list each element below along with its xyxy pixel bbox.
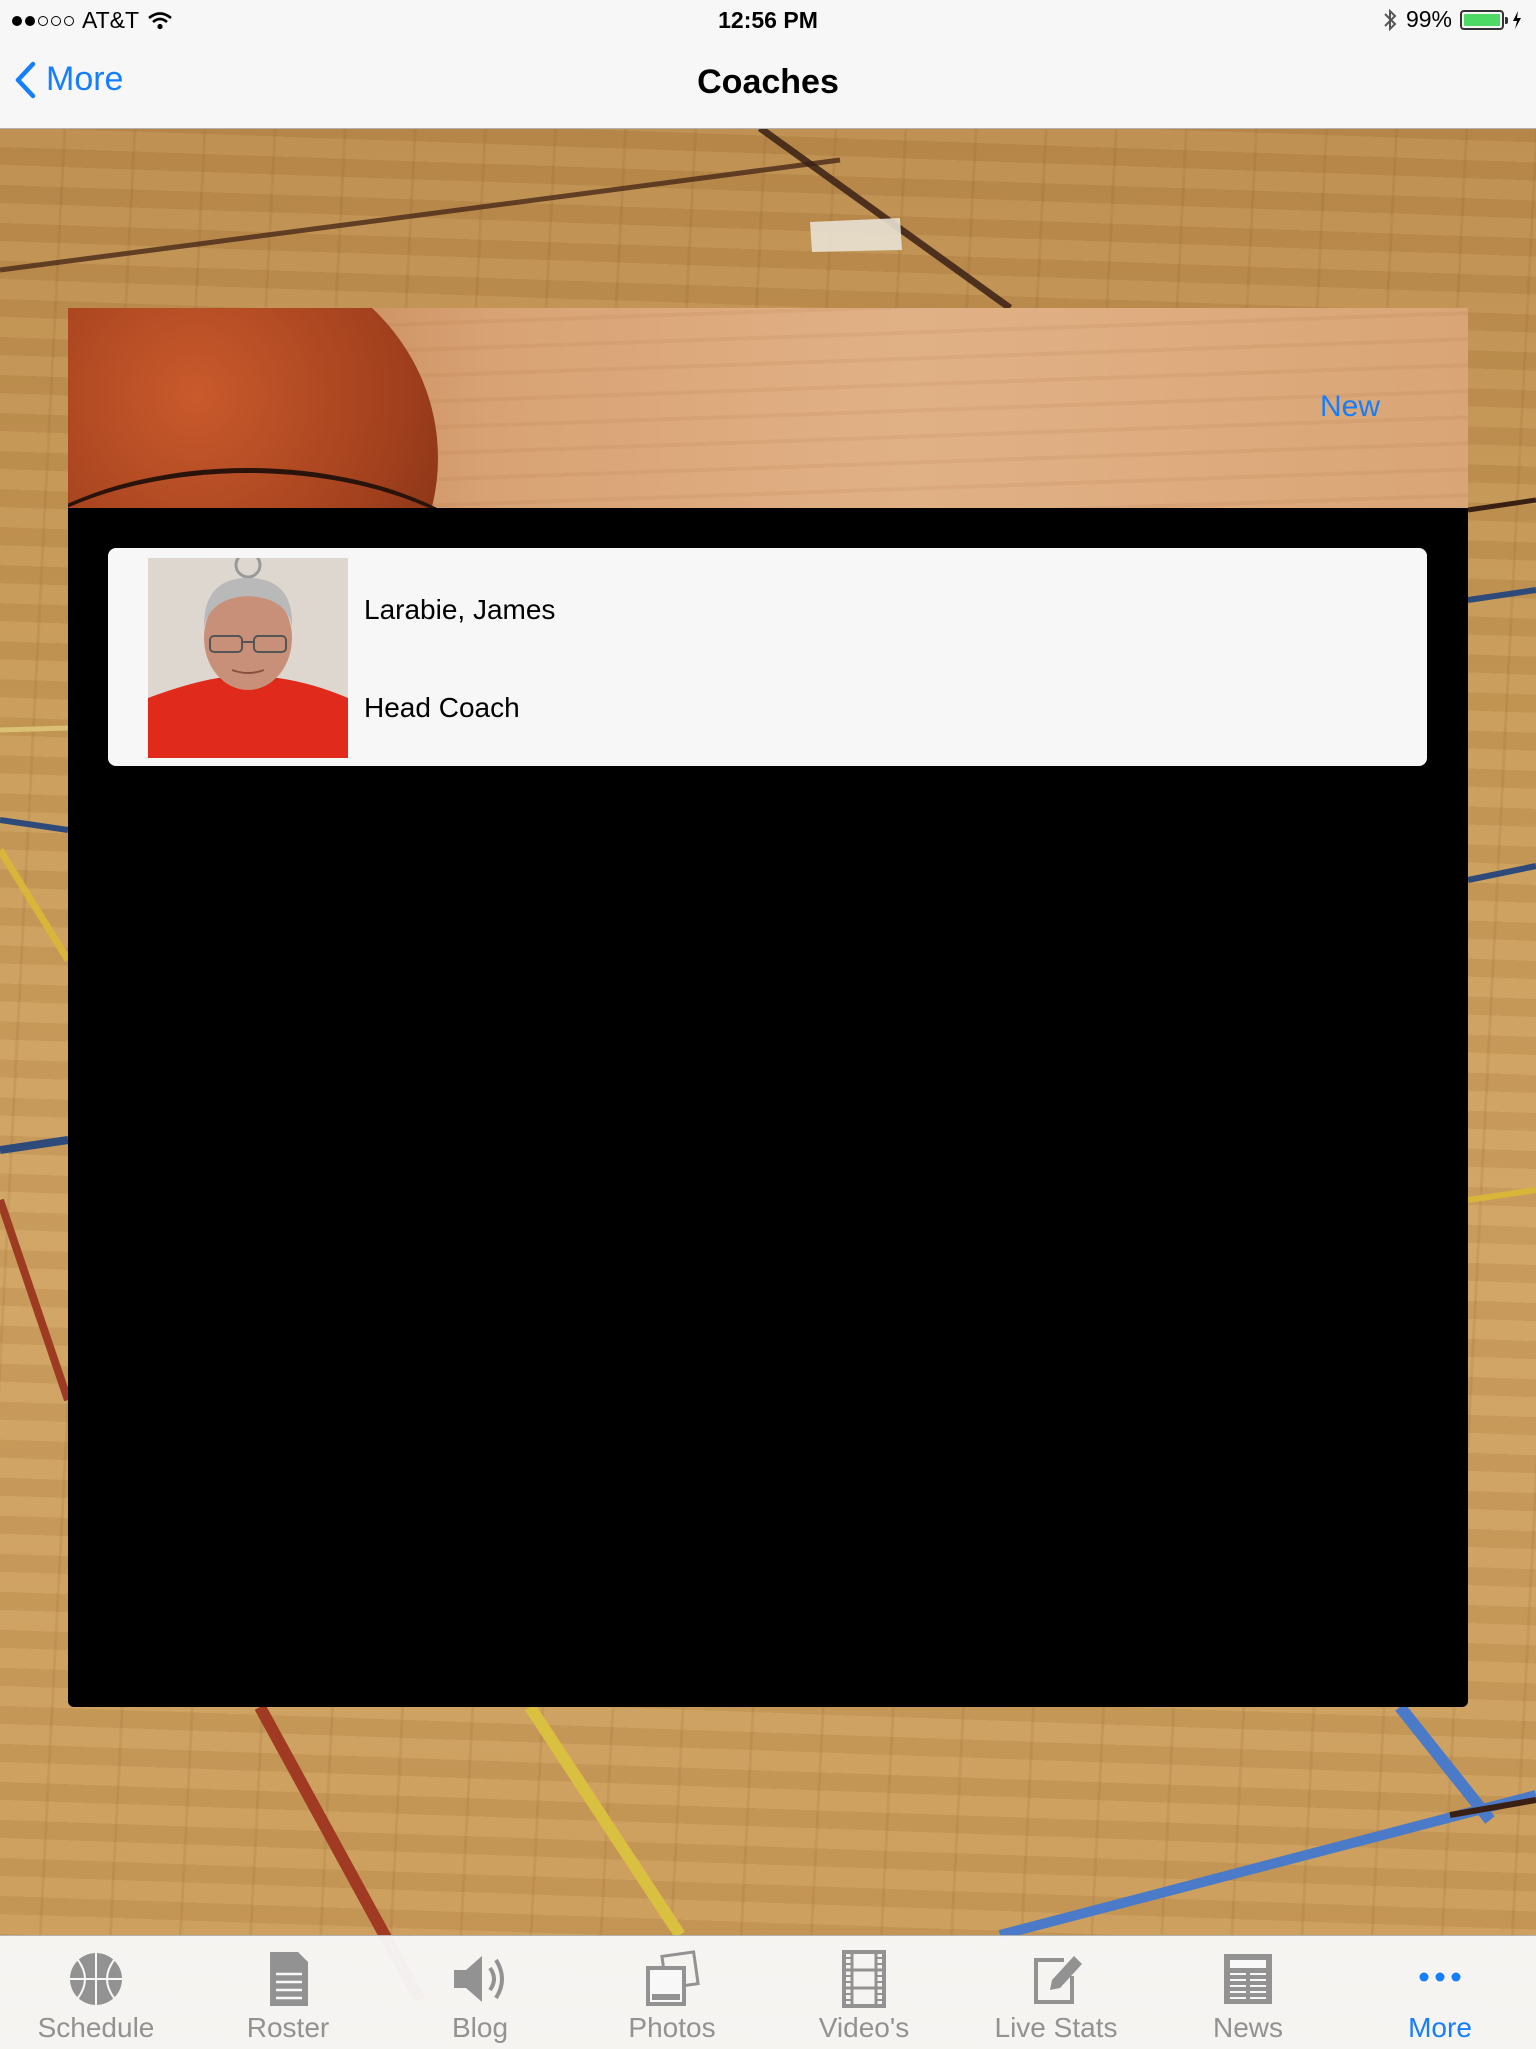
navigation-bar: More Coaches: [0, 40, 1536, 129]
tab-news[interactable]: News: [1152, 1936, 1344, 2049]
tab-roster[interactable]: Roster: [192, 1936, 384, 2049]
tab-label: Schedule: [37, 2012, 155, 2043]
tab-label: Live Stats: [994, 2012, 1118, 2043]
tab-label: Photos: [628, 2012, 716, 2043]
tab-schedule[interactable]: Schedule: [0, 1936, 192, 2049]
coaches-panel: Larabie, James Head Coach: [68, 508, 1468, 1707]
status-bar: AT&T 12:56 PM 99%: [0, 0, 1536, 40]
tab-bar: Schedule Roster Blog Photos Video's Live…: [0, 1935, 1536, 2049]
tab-label: Video's: [818, 2012, 910, 2043]
tab-label: More: [1408, 2012, 1472, 2043]
battery-percent: 99%: [1405, 6, 1452, 32]
bluetooth-icon: [1384, 8, 1397, 31]
tab-photos[interactable]: Photos: [576, 1936, 768, 2049]
photos-icon: [646, 1950, 700, 2006]
status-right: 99%: [1382, 6, 1522, 33]
header-banner: New: [68, 308, 1468, 508]
tab-more[interactable]: More: [1344, 1936, 1536, 2049]
charging-icon: [1513, 10, 1521, 29]
film-icon: [842, 1950, 886, 2008]
tab-live-stats[interactable]: Live Stats: [960, 1936, 1152, 2049]
newspaper-icon: [1224, 1954, 1272, 2004]
speaker-icon: [454, 1956, 504, 2002]
coach-portrait-image: [148, 558, 348, 758]
tab-blog[interactable]: Blog: [384, 1936, 576, 2049]
more-dots-icon: [1419, 1972, 1461, 1982]
document-icon: [270, 1952, 308, 2006]
battery-icon: [1460, 9, 1508, 30]
coach-list-item[interactable]: Larabie, James Head Coach: [108, 548, 1427, 766]
edit-icon: [1034, 1956, 1082, 2004]
tab-label: Roster: [246, 2012, 330, 2043]
tab-label: Blog: [451, 2012, 509, 2043]
tab-label: News: [1212, 2012, 1283, 2043]
new-coach-button[interactable]: New: [1320, 390, 1380, 424]
coach-role: Head Coach: [364, 692, 520, 723]
status-time: 12:56 PM: [718, 7, 818, 33]
page-title: Coaches: [697, 63, 839, 101]
coach-photo: [148, 558, 348, 758]
coach-name: Larabie, James: [364, 594, 556, 625]
tab-videos[interactable]: Video's: [768, 1936, 960, 2049]
basketball-icon: [70, 1953, 122, 2005]
